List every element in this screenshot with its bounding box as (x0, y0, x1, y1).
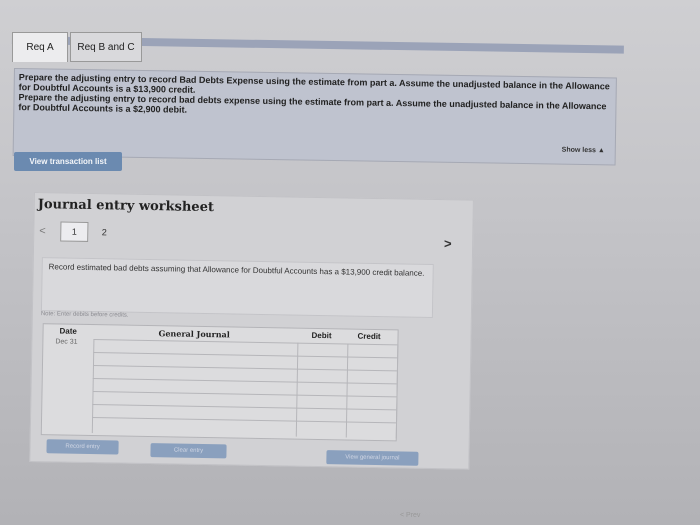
journal-table: Date General Journal Debit Credit Dec 31 (40, 323, 399, 442)
entry-description: Record estimated bad debts assuming that… (40, 257, 434, 318)
worksheet-title: Journal entry worksheet (37, 197, 215, 216)
chevron-left-icon[interactable]: < (39, 225, 46, 237)
show-less-link[interactable]: Show less ▲ (562, 146, 605, 157)
header-debit: Debit (311, 330, 332, 341)
tab-req-b-and-c[interactable]: Req B and C (70, 32, 142, 62)
record-entry-button[interactable]: Record entry (46, 439, 119, 455)
page-tab-2[interactable]: 2 (90, 222, 118, 242)
journal-entry-worksheet: Journal entry worksheet < 1 2 Record est… (29, 192, 474, 470)
date-cell[interactable]: Dec 31 (55, 338, 77, 345)
tab-req-a[interactable]: Req A (12, 32, 68, 62)
chevron-right-icon[interactable]: > (444, 236, 452, 251)
clear-entry-button[interactable]: Clear entry (150, 443, 227, 459)
note-text: Note: Enter debits before credits. (40, 311, 129, 319)
prev-button[interactable]: < Prev (400, 512, 420, 519)
header-date: Date (59, 326, 77, 336)
screen: Req A Req B and C Prepare the adjusting … (0, 0, 700, 525)
view-transaction-list-button[interactable]: View transaction list (14, 152, 122, 171)
column-divider (395, 344, 399, 439)
view-general-journal-button[interactable]: View general journal (326, 450, 419, 466)
header-general-journal: General Journal (158, 328, 230, 340)
instructions-panel: Prepare the adjusting entry to record Ba… (12, 68, 617, 166)
page-tab-1[interactable]: 1 (60, 221, 89, 242)
header-credit: Credit (357, 331, 381, 342)
